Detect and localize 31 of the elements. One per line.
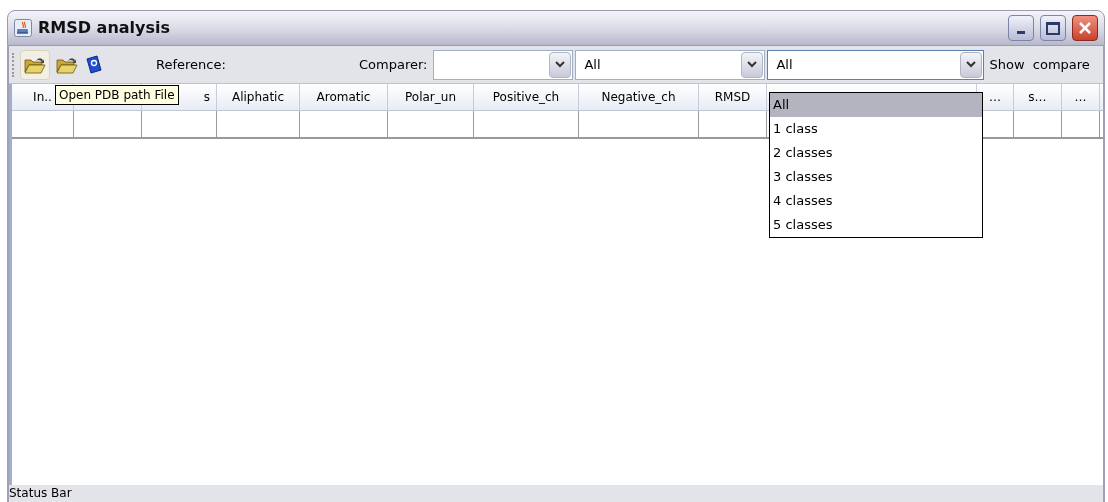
tooltip: Open PDB path File: [55, 85, 179, 105]
maximize-button[interactable]: [1040, 15, 1066, 41]
close-button[interactable]: [1072, 15, 1098, 41]
chevron-down-icon: [747, 61, 758, 68]
column-header[interactable]: Negative_ch: [579, 84, 699, 110]
dropdown-field[interactable]: [433, 49, 574, 80]
column-header[interactable]: RMSD: [699, 84, 767, 110]
column-header[interactable]: Aromatic: [300, 84, 388, 110]
window-title: RMSD analysis: [38, 17, 171, 39]
java-cup-icon: [14, 19, 32, 37]
dropdown-arrow-button[interactable]: [960, 51, 983, 78]
combo-value: All: [775, 55, 794, 74]
combo-value: All: [583, 55, 602, 74]
dropdown-field[interactable]: All: [767, 49, 985, 80]
column-header[interactable]: s…: [1014, 84, 1062, 110]
reference-label: Reference:: [156, 55, 227, 74]
minimize-button[interactable]: [1008, 15, 1034, 41]
dropdown-arrow-button[interactable]: [741, 51, 764, 78]
dropdown-field[interactable]: All: [575, 49, 766, 80]
show-compare-button[interactable]: Show compare: [986, 54, 1093, 75]
column-header[interactable]: …: [1062, 84, 1100, 110]
dropdown-option[interactable]: All: [770, 93, 982, 117]
column-header[interactable]: Positive_ch: [474, 84, 579, 110]
column-header[interactable]: Aliphatic: [217, 84, 300, 110]
column-header[interactable]: Polar_un: [388, 84, 474, 110]
dropdown-arrow-button[interactable]: [549, 51, 572, 78]
chevron-down-icon: [966, 61, 977, 68]
chevron-down-icon: [555, 61, 566, 68]
close-icon: [1078, 21, 1092, 35]
comparer-label: Comparer:: [359, 55, 428, 74]
help-book-icon[interactable]: [84, 54, 104, 75]
